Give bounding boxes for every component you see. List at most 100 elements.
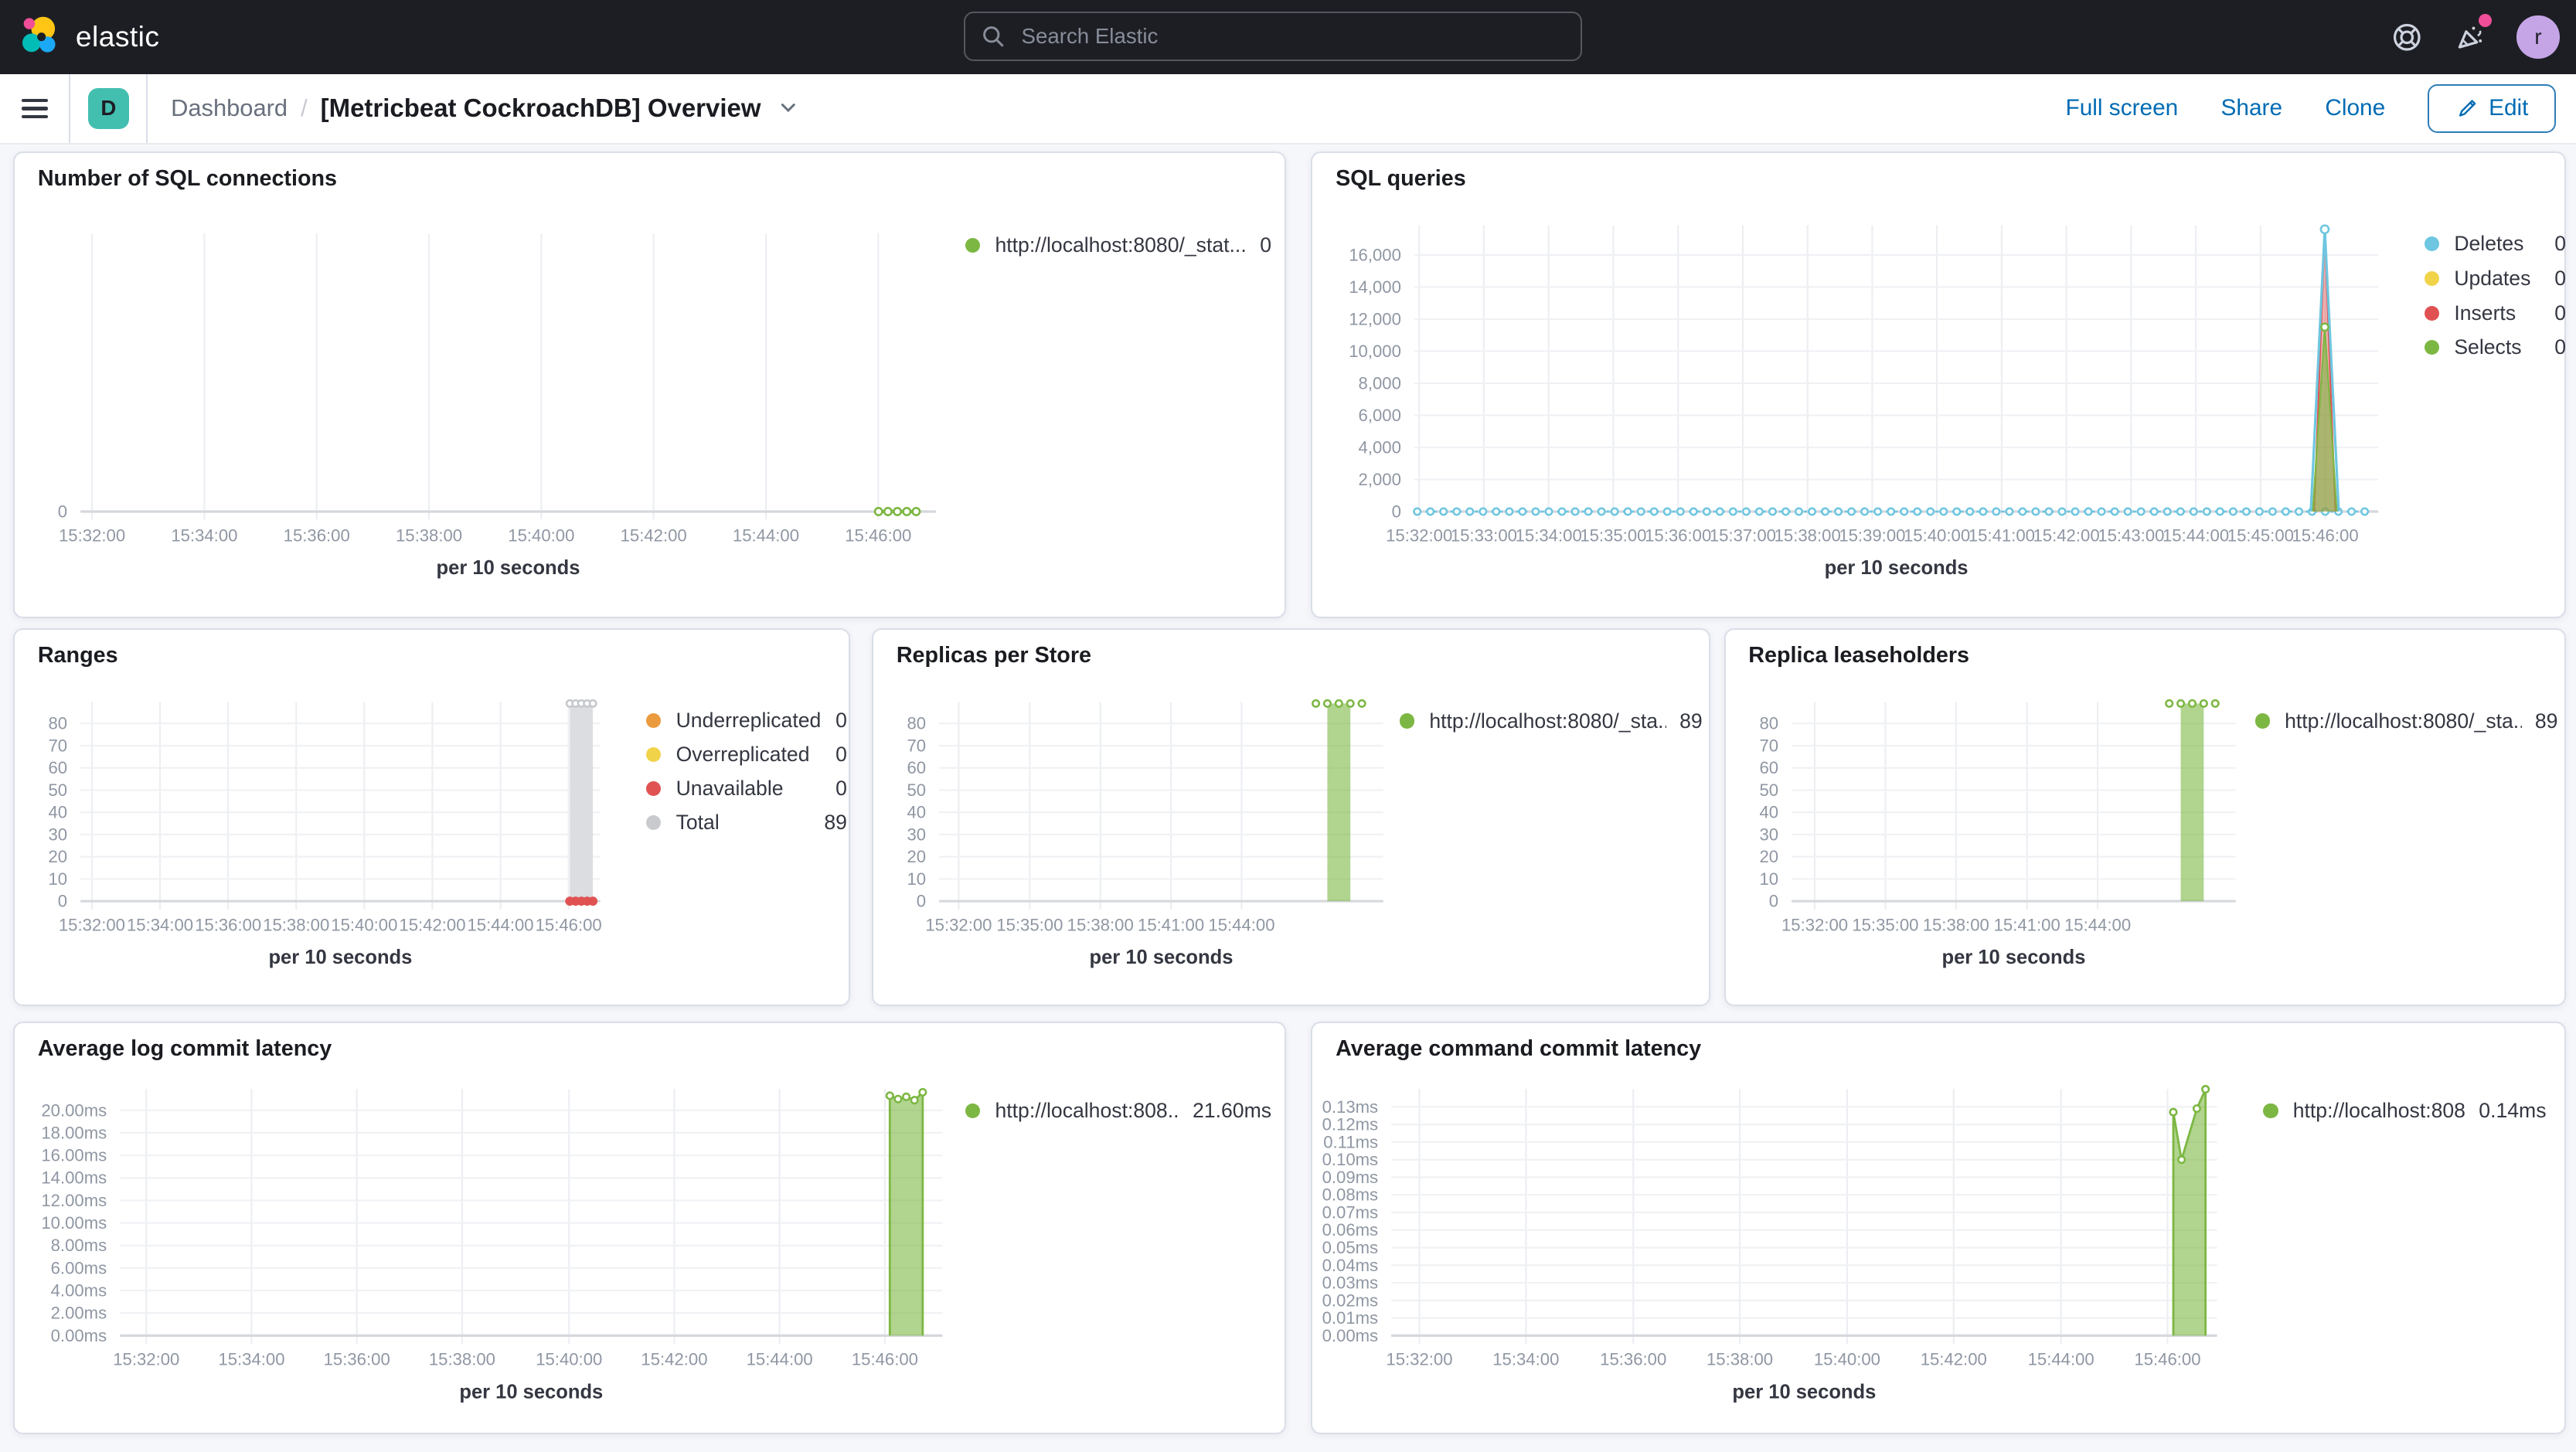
svg-text:per 10 seconds: per 10 seconds (268, 947, 412, 968)
chart-canvas-replicas-per-store[interactable]: 80 70 60 50 40 30 20 10 0 15:32:00 15:35:00 15:38:0… (873, 630, 1709, 1005)
pencil-icon (2459, 99, 2476, 117)
chart-legend: Underreplicated 0 Overreplicated 0 Unavailab… (646, 704, 847, 840)
svg-text:15:39:00: 15:39:00 (1839, 525, 1906, 545)
svg-text:20: 20 (48, 847, 67, 866)
svg-text:15:36:00: 15:36:00 (284, 525, 350, 545)
svg-text:per 10 seconds: per 10 seconds (1941, 947, 2085, 968)
legend-value: 0 (1260, 233, 1272, 257)
svg-text:15:38:00: 15:38:00 (263, 915, 329, 934)
legend-item[interactable]: Selects 0 (2425, 330, 2566, 365)
search-input[interactable] (1018, 22, 1565, 50)
svg-text:60: 60 (48, 758, 67, 777)
panel-title[interactable]: Average log commit latency (38, 1036, 332, 1062)
svg-text:0.00ms: 0.00ms (51, 1325, 107, 1345)
svg-text:15:41:00: 15:41:00 (1993, 915, 2060, 934)
legend-swatch-icon (965, 1103, 981, 1118)
svg-text:15:46:00: 15:46:00 (852, 1349, 918, 1369)
chart-canvas-avg-command-commit-latency[interactable]: 0.13ms0.12ms0.11ms0.10ms0.09ms0.08ms0.07… (1312, 1023, 2564, 1433)
global-header: elastic Search Elastic r (0, 0, 2576, 74)
svg-text:10: 10 (1759, 869, 1778, 889)
share-button[interactable]: Share (2221, 95, 2282, 121)
svg-text:0.12ms: 0.12ms (1322, 1114, 1379, 1134)
svg-text:8.00ms: 8.00ms (51, 1236, 107, 1255)
legend-label: Deletes (2454, 232, 2524, 256)
svg-text:70: 70 (907, 736, 926, 755)
svg-text:0: 0 (1392, 502, 1401, 521)
legend-item[interactable]: Deletes 0 (2425, 226, 2566, 261)
svg-text:15:34:00: 15:34:00 (1493, 1349, 1560, 1369)
legend-value: 0.14ms (2479, 1098, 2547, 1122)
chart-canvas-replica-leaseholders[interactable]: 80 70 60 50 40 30 20 10 015:32:00 15:35:00 15:38:0… (1726, 630, 2564, 1005)
svg-text:15:42:00: 15:42:00 (1921, 1349, 1987, 1369)
full-screen-button[interactable]: Full screen (2066, 95, 2179, 121)
newsfeed-icon[interactable] (2452, 14, 2493, 55)
legend-item[interactable]: Updates 0 (2425, 261, 2566, 296)
legend-value: 89 (824, 811, 847, 835)
svg-text:0.03ms: 0.03ms (1322, 1273, 1379, 1292)
chart-canvas-avg-log-commit-latency[interactable]: 20.00ms 18.00ms 16.00ms 14.00ms 12.00ms 10.00… (15, 1023, 1285, 1433)
chevron-down-icon[interactable] (778, 97, 799, 125)
svg-text:15:37:00: 15:37:00 (1710, 525, 1776, 545)
svg-text:15:40:00: 15:40:00 (508, 525, 574, 545)
legend-value: 0 (2554, 301, 2567, 325)
legend-label: Overreplicated (675, 743, 810, 767)
svg-text:15:32:00: 15:32:00 (113, 1349, 179, 1369)
svg-text:15:46:00: 15:46:00 (2135, 1349, 2201, 1369)
panel-title[interactable]: Number of SQL connections (38, 166, 337, 192)
legend-item[interactable]: Underreplicated 0 (646, 704, 847, 738)
svg-text:15:35:00: 15:35:00 (1852, 915, 1918, 934)
svg-text:15:36:00: 15:36:00 (1645, 525, 1711, 545)
panel-title[interactable]: Ranges (38, 643, 118, 668)
svg-text:0.11ms: 0.11ms (1323, 1132, 1378, 1151)
space-selector[interactable]: D (70, 73, 148, 144)
panel-replicas-per-store: Replicas per Store 80 70 60 50 40 30 20 10 0 15:32… (872, 627, 1711, 1007)
svg-text:15:44:00: 15:44:00 (2028, 1349, 2094, 1369)
breadcrumb-dashboard[interactable]: Dashboard (171, 94, 288, 122)
legend-label: http://localhost:8080/_stat... (995, 233, 1247, 257)
legend-item[interactable]: Inserts 0 (2425, 296, 2566, 331)
clone-button[interactable]: Clone (2325, 95, 2385, 121)
svg-text:15:43:00: 15:43:00 (2098, 525, 2165, 545)
svg-text:0: 0 (917, 892, 926, 911)
svg-text:15:44:00: 15:44:00 (733, 525, 799, 545)
elastic-logo[interactable]: elastic (0, 15, 159, 58)
panel-title[interactable]: SQL queries (1336, 166, 1466, 192)
svg-text:15:34:00: 15:34:00 (127, 915, 193, 934)
legend-item[interactable]: http://localhost:8080/_sta... 89 (2254, 704, 2557, 739)
svg-text:15:35:00: 15:35:00 (996, 915, 1063, 934)
space-badge[interactable]: D (87, 87, 129, 130)
global-search[interactable] (964, 11, 1583, 61)
legend-item[interactable]: http://localhost:808... 21.60ms (965, 1093, 1271, 1128)
svg-text:10,000: 10,000 (1349, 342, 1402, 361)
chart-canvas-sql-queries[interactable]: 16,000 14,000 12,000 10,000 8,000 6,000 4,000 2… (1312, 153, 2564, 617)
legend-item[interactable]: http://localhost:8080/_stat... 0 (965, 229, 1271, 264)
edit-button[interactable]: Edit (2428, 83, 2557, 134)
svg-text:15:40:00: 15:40:00 (536, 1349, 602, 1369)
svg-text:0.13ms: 0.13ms (1322, 1097, 1379, 1116)
svg-text:0: 0 (58, 502, 67, 521)
notification-dot (2479, 14, 2493, 28)
panel-title[interactable]: Average command commit latency (1336, 1036, 1701, 1062)
svg-text:12.00ms: 12.00ms (41, 1190, 107, 1209)
svg-text:20: 20 (907, 847, 926, 866)
legend-item[interactable]: Total 89 (646, 806, 847, 840)
legend-value: 0 (2554, 266, 2567, 290)
legend-item[interactable]: Unavailable 0 (646, 772, 847, 806)
legend-swatch-icon (646, 815, 662, 831)
legend-label: http://localhost:8080/_sta... (2285, 709, 2522, 733)
search-icon (983, 26, 1005, 47)
chart-canvas-sql-connections[interactable]: 0 15:32:00 15:34:00 15:36:00 15:38:00 15:40:0… (15, 153, 1285, 617)
svg-text:0: 0 (1768, 892, 1778, 911)
legend-item[interactable]: Overreplicated 0 (646, 738, 847, 772)
svg-text:15:38:00: 15:38:00 (1775, 525, 1841, 545)
help-icon[interactable] (2388, 19, 2425, 55)
menu-icon[interactable] (0, 73, 71, 144)
svg-text:15:45:00: 15:45:00 (2227, 525, 2294, 545)
panel-title[interactable]: Replicas per Store (897, 643, 1091, 668)
legend-label: http://localhost:8080/_sta... (1429, 709, 1667, 733)
panel-title[interactable]: Replica leaseholders (1748, 643, 1969, 668)
user-avatar[interactable]: r (2516, 15, 2560, 59)
legend-item[interactable]: http://localhost:8080... 0.14ms (2263, 1093, 2547, 1128)
svg-text:0.02ms: 0.02ms (1322, 1290, 1379, 1310)
legend-item[interactable]: http://localhost:8080/_sta... 89 (1400, 704, 1703, 739)
